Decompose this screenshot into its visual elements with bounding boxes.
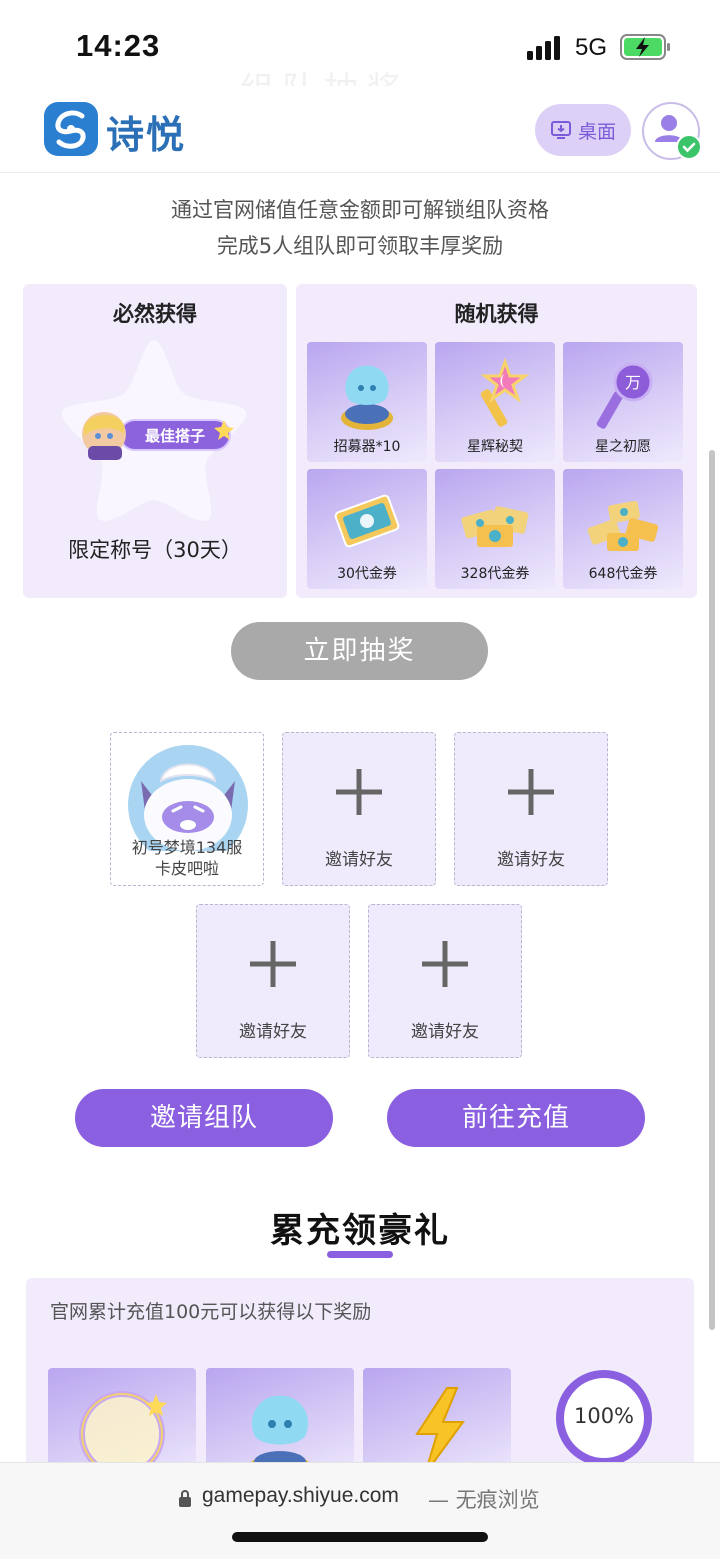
cumulative-description: 官网累计充值100元可以获得以下奖励 (50, 1301, 372, 1323)
svg-text:万: 万 (625, 373, 641, 392)
brand-name[interactable]: 诗悦 (106, 104, 186, 159)
badge-text-label: 最佳搭子 (145, 427, 205, 445)
member-name-line-1: 初号梦境134服 (131, 838, 243, 857)
desktop-icon (550, 121, 571, 139)
random-item-label: 30代金券 (337, 566, 397, 582)
random-item-star-key[interactable]: 星辉秘契 (435, 342, 555, 462)
intro-line-1: 通过官网储值任意金额即可解锁组队资格 (171, 198, 549, 222)
voucher-pile-icon (587, 501, 659, 551)
member-name: 初号梦境134服 卡皮吧啦 (111, 837, 263, 879)
status-time: 14:23 (76, 28, 161, 63)
random-item-label: 星之初愿 (595, 439, 651, 455)
plus-icon (508, 769, 554, 815)
private-mode-label: — 无痕浏览 (428, 1488, 540, 1512)
add-to-desktop-button[interactable]: 桌面 (535, 104, 631, 156)
star-key-icon (480, 357, 530, 427)
member-name-line-2: 卡皮吧啦 (154, 859, 219, 878)
voucher-icon (334, 494, 400, 548)
intro-line-2: 完成5人组队即可领取丰厚奖励 (216, 234, 504, 258)
recruiter-icon (341, 365, 393, 430)
random-item-label: 星辉秘契 (467, 439, 523, 455)
url-text[interactable]: gamepay.shiyue.com (202, 1484, 399, 1508)
voucher-stack-icon (461, 506, 529, 547)
member-avatar (128, 745, 248, 851)
random-item-purple-key[interactable]: 万 星之初愿 (563, 342, 683, 462)
invite-friend-label: 邀请好友 (325, 850, 393, 870)
invite-friend-slot[interactable]: 邀请好友 (282, 732, 436, 886)
cumulative-section-title: 累充领豪礼 (270, 1211, 450, 1251)
random-item-recruiter[interactable]: 招募器*10 (307, 342, 427, 462)
guaranteed-title: 必然获得 (113, 302, 197, 326)
plus-icon (336, 769, 382, 815)
battery-icon (620, 34, 670, 60)
page-scrollbar[interactable] (709, 450, 715, 1330)
purple-key-icon: 万 (596, 362, 653, 429)
invite-friend-slot[interactable]: 邀请好友 (368, 904, 522, 1058)
random-item-voucher-30[interactable]: 30代金券 (307, 469, 427, 589)
team-slot-member[interactable]: 初号梦境134服 卡皮吧啦 (110, 732, 264, 886)
lock-icon (179, 1490, 191, 1507)
section-underline (327, 1251, 393, 1258)
desktop-button-label: 桌面 (577, 120, 616, 143)
draw-now-button[interactable]: 立即抽奖 (231, 622, 488, 680)
plus-icon (422, 941, 468, 987)
guaranteed-reward-label: 限定称号（30天） (68, 538, 242, 562)
home-indicator[interactable] (232, 1532, 488, 1542)
invite-friend-label: 邀请好友 (239, 1022, 307, 1042)
browser-address-bar[interactable] (0, 1462, 720, 1559)
random-item-label: 328代金券 (460, 566, 530, 582)
shiyue-logo-icon[interactable] (44, 102, 98, 156)
go-recharge-button[interactable]: 前往充值 (387, 1089, 645, 1147)
invite-friend-slot[interactable]: 邀请好友 (196, 904, 350, 1058)
invite-team-button[interactable]: 邀请组队 (75, 1089, 333, 1147)
badge-text: 最佳搭子 (145, 427, 205, 445)
plus-icon (250, 941, 296, 987)
invite-friend-label: 邀请好友 (411, 1022, 479, 1042)
random-title: 随机获得 (454, 302, 539, 326)
invite-friend-slot[interactable]: 邀请好友 (454, 732, 608, 886)
progress-percentage: 100% (573, 1404, 635, 1428)
random-item-label: 648代金券 (588, 566, 658, 582)
random-item-label: 招募器*10 (333, 439, 401, 455)
network-label: 5G (575, 34, 608, 61)
verified-check-icon (676, 134, 702, 160)
random-reward-panel: 随机获得 招募器*10 星辉秘契 万 星之初愿 30代金券 328代金券 648… (296, 284, 697, 598)
random-item-voucher-648[interactable]: 648代金券 (563, 469, 683, 589)
signal-icon (527, 36, 560, 60)
invite-friend-label: 邀请好友 (497, 850, 565, 870)
random-item-voucher-328[interactable]: 328代金券 (435, 469, 555, 589)
